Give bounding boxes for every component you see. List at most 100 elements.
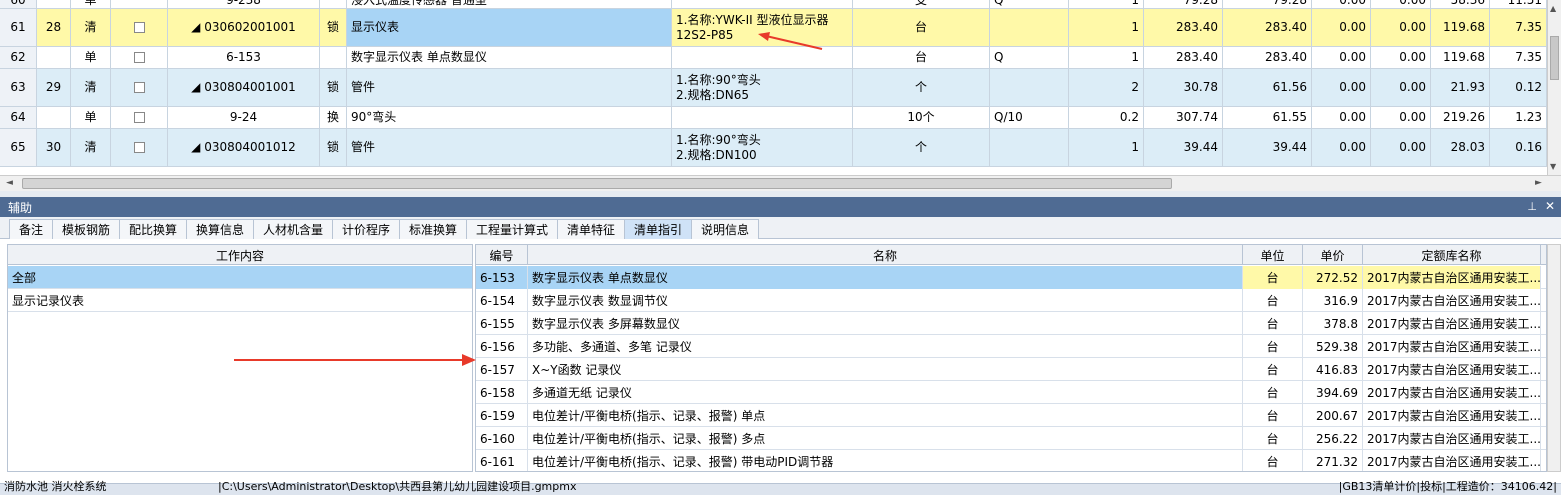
- tab-8[interactable]: 清单特征: [557, 219, 625, 239]
- scroll-thumb[interactable]: [1550, 36, 1559, 80]
- name-cell: 数字显示仪表 单点数显仪: [528, 266, 1243, 289]
- c2-cell: 0.00: [1371, 47, 1431, 68]
- work-content-header: 工作内容: [215, 248, 264, 263]
- unit-cell: 台: [1243, 404, 1303, 427]
- close-icon[interactable]: ✕: [1545, 199, 1555, 213]
- unit-cell: 台: [1243, 312, 1303, 335]
- scroll-up-icon[interactable]: ▲: [1550, 4, 1556, 13]
- tab-9[interactable]: 清单指引: [624, 219, 692, 239]
- checkbox-icon[interactable]: [133, 142, 145, 153]
- qty-unit-cell: Q: [990, 0, 1069, 8]
- price-cell: 378.8: [1303, 312, 1363, 335]
- tab-7[interactable]: 工程量计算式: [466, 219, 558, 239]
- checkbox-icon[interactable]: [133, 52, 145, 63]
- name-cell: 显示仪表: [347, 9, 672, 46]
- table-row[interactable]: 60 单 9-238 浸入式温度传感器 普通型 支 Q 1 79.28 79.2…: [0, 0, 1547, 9]
- select-checkbox[interactable]: [111, 47, 168, 68]
- list-item-all[interactable]: 全部: [8, 266, 472, 289]
- c3-cell: 28.03: [1431, 129, 1490, 166]
- type-cell: 清: [71, 69, 111, 106]
- annotation-arrow: [234, 354, 476, 366]
- code-cell: ◢ 030804001001: [168, 69, 320, 106]
- tab-5[interactable]: 计价程序: [332, 219, 400, 239]
- qty-unit-cell: [990, 69, 1069, 106]
- table-row[interactable]: 6-160 电位差计/平衡电桥(指示、记录、报警) 多点台 256.22 2017内蒙…: [476, 427, 1546, 450]
- checkbox-icon[interactable]: [133, 112, 145, 123]
- table-row[interactable]: 6-155 数字显示仪表 多屏幕数显仪台 378.8 2017内蒙古自治区通用安装工.…: [476, 312, 1546, 335]
- tab-1[interactable]: 模板钢筋: [52, 219, 120, 239]
- select-checkbox[interactable]: [111, 129, 168, 166]
- select-checkbox[interactable]: [111, 69, 168, 106]
- scroll-left-icon[interactable]: ◄: [6, 178, 13, 188]
- tab-6[interactable]: 标准换算: [399, 219, 467, 239]
- table-row[interactable]: 6-153 数字显示仪表 单点数显仪台 272.52 2017内蒙古自治区通用安装工.…: [476, 266, 1546, 289]
- lock-cell: 换: [320, 107, 347, 128]
- table-row[interactable]: 6-159 电位差计/平衡电桥(指示、记录、报警) 单点台 200.67 2017内蒙…: [476, 404, 1546, 427]
- status-file-path: |C:\Users\Administrator\Desktop\共西县第儿幼儿园…: [218, 480, 577, 493]
- checkbox-icon[interactable]: [133, 82, 145, 93]
- c3-cell: 219.26: [1431, 107, 1490, 128]
- price-cell: 529.38: [1303, 335, 1363, 358]
- lib-cell: 2017内蒙古自治区通用安装工...: [1363, 381, 1541, 404]
- table-row[interactable]: 6-158 多通道无纸 记录仪台 394.69 2017内蒙古自治区通用安装工...: [476, 381, 1546, 404]
- price-cell: 283.40: [1144, 47, 1223, 68]
- qty-unit-cell: Q: [990, 47, 1069, 68]
- checkbox-icon[interactable]: [133, 22, 145, 33]
- hscroll-thumb[interactable]: [22, 178, 1172, 189]
- price-cell: 79.28: [1144, 0, 1223, 8]
- select-checkbox[interactable]: [111, 9, 168, 46]
- code-cell: ◢ 030804001012: [168, 129, 320, 166]
- col-header-name: 名称: [528, 245, 1243, 265]
- type-cell: 单: [71, 107, 111, 128]
- table-row[interactable]: 6-154 数字显示仪表 数显调节仪台 316.9 2017内蒙古自治区通用安装工..…: [476, 289, 1546, 312]
- list-item-label: 显示记录仪表: [12, 293, 85, 308]
- unit-cell: 台: [853, 9, 990, 46]
- item-grid: 60 单 9-238 浸入式温度传感器 普通型 支 Q 1 79.28 79.2…: [0, 0, 1561, 175]
- table-row[interactable]: 63 29 清 ◢ 030804001001 锁管件 1.名称:90°弯头 2.规格:DN6…: [0, 69, 1547, 107]
- list-item-display-recorder[interactable]: 显示记录仪表: [8, 289, 472, 312]
- pin-icon[interactable]: ⊥: [1527, 200, 1537, 213]
- tab-4[interactable]: 人材机含量: [253, 219, 333, 239]
- unit-cell: 台: [1243, 358, 1303, 381]
- vertical-scrollbar[interactable]: ▲ ▼: [1547, 0, 1561, 175]
- price-cell: 283.40: [1144, 9, 1223, 46]
- lib-cell: 2017内蒙古自治区通用安装工...: [1363, 289, 1541, 312]
- rownum-cell: 63: [0, 69, 37, 106]
- right-vertical-scrollbar[interactable]: [1547, 244, 1561, 472]
- table-row[interactable]: 6-156 多功能、多通道、多笔 记录仪台 529.38 2017内蒙古自治区通用安装…: [476, 335, 1546, 358]
- tab-10[interactable]: 说明信息: [691, 219, 759, 239]
- annotation-arrow: [758, 32, 823, 50]
- select-checkbox[interactable]: [111, 107, 168, 128]
- rownum-cell: 62: [0, 47, 37, 68]
- lock-cell: 锁: [320, 129, 347, 166]
- c2-cell: 0.00: [1371, 9, 1431, 46]
- rownum-cell: 61: [0, 9, 37, 46]
- col-header-code: 编号: [476, 245, 528, 265]
- c4-cell: 0.16: [1490, 129, 1547, 166]
- name-cell: 90°弯头: [347, 107, 672, 128]
- table-row[interactable]: 65 30 清 ◢ 030804001012 锁管件 1.名称:90°弯头 2.规格:DN1…: [0, 129, 1547, 167]
- c3-cell: 119.68: [1431, 47, 1490, 68]
- c2-cell: 0.00: [1371, 107, 1431, 128]
- name-cell: 电位差计/平衡电桥(指示、记录、报警) 带电动PID调节器: [528, 450, 1243, 471]
- status-summary: |GB13清单计价|投标|工程造价：34106.42|: [1338, 480, 1557, 493]
- table-row[interactable]: 6-157 X~Y函数 记录仪台 416.83 2017内蒙古自治区通用安装工...: [476, 358, 1546, 381]
- code-cell: 6-153: [476, 266, 528, 289]
- qty-unit-cell: [990, 129, 1069, 166]
- unit-cell: 台: [853, 47, 990, 68]
- c2-cell: 0.00: [1371, 69, 1431, 106]
- scroll-down-icon[interactable]: ▼: [1550, 162, 1556, 171]
- table-row[interactable]: 64 单 9-24 换 90°弯头 10个 Q/10 0.2 307.74 61.55 0.00 0.…: [0, 107, 1547, 129]
- unit-cell: 台: [1243, 289, 1303, 312]
- scroll-right-icon[interactable]: ►: [1535, 178, 1542, 188]
- horizontal-scrollbar[interactable]: ◄ ►: [0, 175, 1561, 191]
- tab-0[interactable]: 备注: [9, 219, 53, 239]
- table-row[interactable]: 6-161 电位差计/平衡电桥(指示、记录、报警) 带电动PID调节器台 271.3…: [476, 450, 1546, 471]
- tab-3[interactable]: 换算信息: [186, 219, 254, 239]
- type-cell: 单: [71, 0, 111, 8]
- c4-cell: 1.23: [1490, 107, 1547, 128]
- name-cell: 多通道无纸 记录仪: [528, 381, 1243, 404]
- rownum-cell: 65: [0, 129, 37, 166]
- tab-2[interactable]: 配比换算: [119, 219, 187, 239]
- type-cell: 清: [71, 9, 111, 46]
